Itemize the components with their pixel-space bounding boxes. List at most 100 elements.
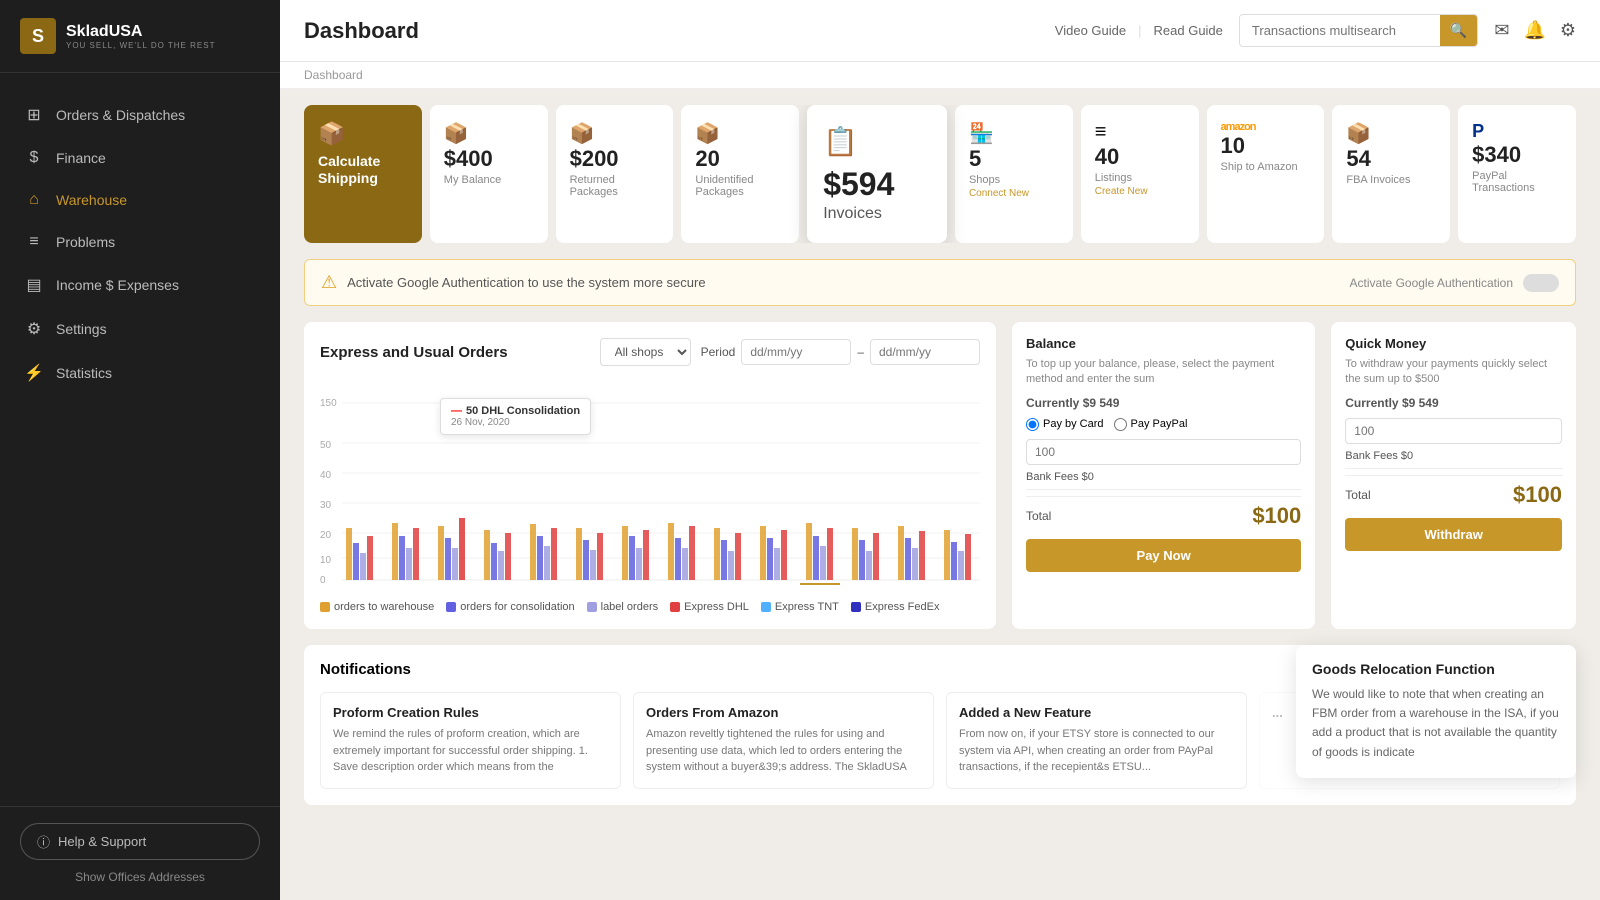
sidebar-item-label: Statistics [56, 365, 112, 381]
quick-total-amount: $100 [1513, 482, 1562, 508]
help-icon: ⓘ [37, 832, 50, 851]
balance-label: My Balance [444, 174, 501, 186]
sidebar-item-income[interactable]: ▤ Income $ Expenses [0, 263, 280, 307]
alert-right: Activate Google Authentication [1350, 274, 1559, 292]
help-support-button[interactable]: ⓘ Help & Support [20, 823, 260, 860]
shipping-icon: 📦 [318, 121, 345, 147]
shipping-label: CalculateShipping [318, 153, 380, 187]
metric-card-invoices[interactable]: 📋 $594 Invoices [807, 105, 947, 243]
bell-icon[interactable]: 🔔 [1523, 20, 1545, 41]
quick-sum-input[interactable] [1345, 418, 1562, 444]
header-icons: ✉ 🔔 ⚙ [1494, 20, 1576, 41]
unidentified-value: 20 [695, 146, 719, 172]
balance-total-amount: $100 [1252, 503, 1301, 529]
legend-label: orders to warehouse [334, 601, 434, 613]
logo-text: SkladUSA YOU SELL, WE'LL DO THE REST [66, 23, 215, 50]
pay-now-button[interactable]: Pay Now [1026, 539, 1301, 572]
metric-card-shops[interactable]: 🏪 5 Shops Connect New [955, 105, 1073, 243]
metric-card-returned[interactable]: 📦 $200 Returned Packages [556, 105, 674, 243]
amazon-icon: amazon [1221, 121, 1256, 133]
logo-area: S SkladUSA YOU SELL, WE'LL DO THE REST [0, 0, 280, 73]
notif-text-1: Amazon reveltly tightened the rules for … [646, 726, 921, 776]
show-offices-link[interactable]: Show Offices Addresses [20, 870, 260, 884]
sidebar-item-statistics[interactable]: ⚡ Statistics [0, 351, 280, 395]
svg-text:50: 50 [320, 440, 332, 451]
balance-bank-fees: Bank Fees $0 [1026, 471, 1301, 483]
metric-card-amazon[interactable]: amazon 10 Ship to Amazon [1207, 105, 1325, 243]
period-inputs: Period – [701, 339, 980, 365]
notification-card-0: Proform Creation Rules We remind the rul… [320, 692, 621, 789]
svg-text:20: 20 [320, 530, 332, 541]
sidebar-item-finance[interactable]: $ Finance [0, 137, 280, 179]
sidebar-item-settings[interactable]: ⚙ Settings [0, 307, 280, 351]
paypal-value: $340 [1472, 142, 1521, 168]
amazon-value: 10 [1221, 133, 1245, 159]
metric-card-unidentified[interactable]: 📦 20 Unidentified Packages [681, 105, 799, 243]
legend-label: orders for consolidation [460, 601, 574, 613]
sidebar-item-label: Problems [56, 234, 115, 250]
fba-icon: 📦 [1346, 121, 1371, 146]
shops-label: Shops [969, 174, 1000, 186]
quick-money-desc: To withdraw your payments quickly select… [1345, 357, 1562, 388]
svg-text:0: 0 [320, 575, 326, 586]
search-box: 🔍 [1239, 14, 1478, 47]
quick-money-panel: Quick Money To withdraw your payments qu… [1331, 322, 1576, 629]
sidebar-item-label: Warehouse [56, 192, 127, 208]
paypal-icon: P [1472, 121, 1484, 142]
quick-bank-fees: Bank Fees $0 [1345, 450, 1562, 462]
email-icon[interactable]: ✉ [1494, 20, 1509, 41]
chart-tooltip: 50 DHL Consolidation 26 Nov, 2020 [440, 398, 591, 435]
metric-card-shipping[interactable]: 📦 CalculateShipping [304, 105, 422, 243]
returned-label: Returned Packages [570, 174, 660, 198]
pay-card-option[interactable]: Pay by Card [1026, 418, 1104, 431]
metric-card-paypal[interactable]: P $340 PayPal Transactions [1458, 105, 1576, 243]
sidebar-item-warehouse[interactable]: ⌂ Warehouse [0, 179, 280, 221]
quick-currently: Currently $9 549 [1345, 396, 1562, 410]
statistics-icon: ⚡ [24, 363, 44, 383]
sidebar-item-problems[interactable]: ≡ Problems [0, 221, 280, 263]
search-button[interactable]: 🔍 [1440, 15, 1477, 46]
legend-dhl: Express DHL [670, 601, 749, 613]
date-to-input[interactable] [870, 339, 980, 365]
problems-icon: ≡ [24, 233, 44, 251]
video-guide-link[interactable]: Video Guide [1055, 23, 1126, 38]
unidentified-icon: 📦 [695, 121, 720, 146]
sidebar-item-orders[interactable]: ⊞ Orders & Dispatches [0, 93, 280, 137]
balance-sum-input[interactable] [1026, 439, 1301, 465]
legend-fedex: Express FedEx [851, 601, 940, 613]
notification-card-1: Orders From Amazon Amazon reveltly tight… [633, 692, 934, 789]
shops-link[interactable]: Connect New [969, 188, 1029, 199]
tooltip-date: 26 Nov, 2020 [451, 417, 580, 428]
search-input[interactable] [1240, 16, 1440, 45]
metric-card-fba[interactable]: 📦 54 FBA Invoices [1332, 105, 1450, 243]
header-right: Video Guide | Read Guide 🔍 ✉ 🔔 ⚙ [1055, 14, 1576, 47]
auth-toggle[interactable] [1523, 274, 1559, 292]
date-from-input[interactable] [741, 339, 851, 365]
legend-label: Express DHL [684, 601, 749, 613]
metric-card-balance[interactable]: 📦 $400 My Balance [430, 105, 548, 243]
header: Dashboard Video Guide | Read Guide 🔍 ✉ 🔔… [280, 0, 1600, 62]
shops-icon: 🏪 [969, 121, 994, 146]
legend-label: label orders [601, 601, 658, 613]
gear-icon[interactable]: ⚙ [1560, 20, 1576, 41]
notif-title-0: Proform Creation Rules [333, 705, 608, 720]
invoices-label: Invoices [823, 205, 931, 223]
legend-label: Express TNT [775, 601, 839, 613]
amazon-label: Ship to Amazon [1221, 161, 1298, 173]
notif-text-2: From now on, if your ETSY store is conne… [959, 726, 1234, 776]
chart-controls: All shops Period – [600, 338, 980, 366]
alert-text: Activate Google Authentication to use th… [347, 275, 705, 290]
shop-select[interactable]: All shops [600, 338, 691, 366]
content-area: 📦 CalculateShipping 📦 $400 My Balance 📦 … [280, 89, 1600, 900]
listings-link[interactable]: Create New [1095, 186, 1148, 197]
metric-card-listings[interactable]: ≡ 40 Listings Create New [1081, 105, 1199, 243]
notifications-title: Notifications [320, 661, 411, 678]
pay-paypal-option[interactable]: Pay PayPal [1114, 418, 1188, 431]
read-guide-link[interactable]: Read Guide [1154, 23, 1223, 38]
sidebar-bottom: ⓘ Help & Support Show Offices Addresses [0, 806, 280, 900]
overlay-title: Goods Relocation Function [1312, 661, 1560, 677]
logo-subtitle: YOU SELL, WE'LL DO THE REST [66, 41, 215, 50]
notif-title-1: Orders From Amazon [646, 705, 921, 720]
withdraw-button[interactable]: Withdraw [1345, 518, 1562, 551]
returned-icon: 📦 [570, 121, 595, 146]
